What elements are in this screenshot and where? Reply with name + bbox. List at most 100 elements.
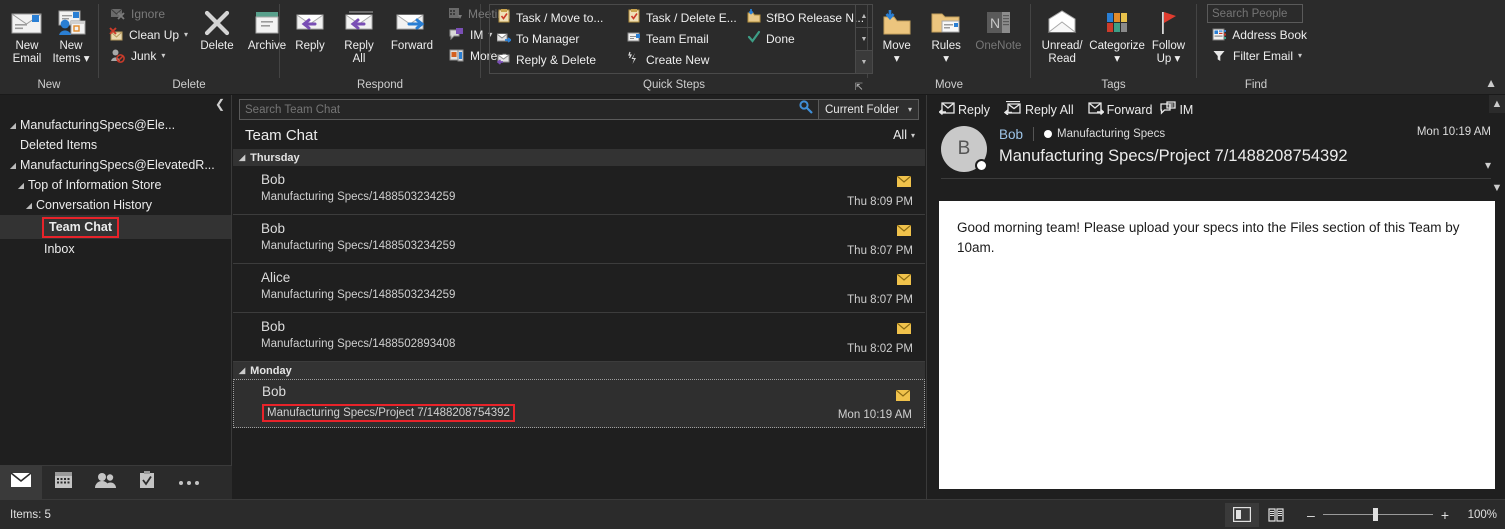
twisty-icon[interactable]: ◢ bbox=[14, 181, 28, 190]
message-time: Mon 10:19 AM bbox=[837, 409, 912, 421]
more-module-button[interactable] bbox=[168, 466, 210, 500]
quick-steps-dialog-launcher-icon[interactable]: ⇱ bbox=[855, 82, 863, 93]
twisty-icon[interactable]: ◢ bbox=[6, 161, 20, 170]
forward-button[interactable]: Forward bbox=[384, 2, 440, 66]
table-row[interactable]: Bob Manufacturing Specs/1488502893408 Th… bbox=[233, 313, 925, 362]
twisty-icon[interactable]: ◢ bbox=[239, 366, 245, 375]
calendar-module-button[interactable] bbox=[42, 466, 84, 500]
folder-node-manufacturingspecs-ele[interactable]: ◢ ManufacturingSpecs@Ele... bbox=[0, 115, 231, 135]
folder-label: Inbox bbox=[44, 242, 75, 256]
collapse-folder-pane-icon[interactable]: ❮ bbox=[215, 97, 225, 111]
search-scope-dropdown[interactable]: Current Folder ▾ bbox=[819, 99, 919, 120]
table-row[interactable]: Bob Manufacturing Specs/1488503234259 Th… bbox=[233, 215, 925, 264]
reading-im-button[interactable]: IM bbox=[1160, 101, 1193, 118]
reading-pane-scroll-down[interactable]: ▼ bbox=[1489, 179, 1505, 197]
rules-button[interactable]: Rules ▾ bbox=[923, 2, 968, 66]
reading-reply-all-label: Reply All bbox=[1024, 102, 1074, 117]
avatar[interactable]: B bbox=[941, 126, 988, 172]
quick-steps-gallery[interactable]: Task / Move to... To Manager Reply & Del… bbox=[489, 4, 873, 74]
ribbon: New Email New Items ▾ New Ignore Clean U… bbox=[0, 0, 1505, 95]
date-group-header-thursday[interactable]: ◢ Thursday bbox=[233, 149, 925, 166]
onenote-button[interactable]: N OneNote bbox=[973, 2, 1024, 53]
table-row[interactable]: Bob Manufacturing Specs/Project 7/148820… bbox=[233, 379, 925, 428]
address-book-button[interactable]: Address Book bbox=[1207, 24, 1311, 45]
quick-step-to-manager[interactable]: To Manager bbox=[492, 28, 618, 49]
reading-forward-button[interactable]: Forward bbox=[1087, 101, 1152, 118]
people-module-button[interactable] bbox=[84, 466, 126, 500]
filter-email-button[interactable]: Filter Email ▾ bbox=[1207, 45, 1311, 66]
quick-step-done[interactable]: Done bbox=[742, 28, 853, 49]
message-body: Good morning team! Please upload your sp… bbox=[939, 201, 1495, 489]
message-subject: Manufacturing Specs/1488503234259 bbox=[261, 289, 456, 301]
quick-step-create-new[interactable]: Create New bbox=[622, 49, 738, 70]
rules-label-2: ▾ bbox=[943, 53, 950, 65]
collapse-ribbon-icon[interactable]: ▲ bbox=[1485, 76, 1497, 90]
mail-module-button[interactable] bbox=[0, 465, 42, 500]
folder-node-team-chat[interactable]: Team Chat bbox=[0, 215, 231, 239]
zoom-in-button[interactable]: + bbox=[1441, 507, 1449, 523]
clean-up-button[interactable]: Clean Up ▾ bbox=[105, 24, 191, 45]
reply-all-button[interactable]: Reply All bbox=[335, 2, 383, 66]
reading-reply-all-button[interactable]: Reply All bbox=[1003, 100, 1074, 118]
twisty-icon[interactable]: ◢ bbox=[239, 153, 245, 162]
all-filter-dropdown[interactable]: All ▾ bbox=[893, 128, 915, 142]
search-people-input[interactable] bbox=[1207, 4, 1303, 23]
normal-view-button[interactable] bbox=[1225, 502, 1260, 527]
search-box[interactable] bbox=[239, 99, 819, 120]
search-icon[interactable] bbox=[799, 100, 813, 119]
reading-pane-scroll-up[interactable]: ▲ bbox=[1489, 95, 1505, 113]
sender-name[interactable]: Bob bbox=[999, 127, 1023, 142]
delete-button[interactable]: Delete bbox=[193, 2, 241, 53]
tasks-icon bbox=[139, 471, 155, 494]
unread-read-label-2: Read bbox=[1048, 53, 1076, 65]
folder-node-inbox[interactable]: Inbox bbox=[0, 239, 231, 259]
quick-step-task-move-to[interactable]: Task / Move to... bbox=[492, 7, 618, 28]
create-new-icon bbox=[627, 51, 641, 68]
quick-step-sfbo-release-notes[interactable]: SfBO Release N... bbox=[742, 7, 864, 28]
archive-icon bbox=[252, 6, 282, 40]
tasks-module-button[interactable] bbox=[126, 466, 168, 500]
categorize-button[interactable]: Categorize ▾ bbox=[1089, 2, 1145, 66]
zoom-control[interactable]: – + 100% bbox=[1307, 507, 1497, 523]
move-button[interactable]: Move ▾ bbox=[874, 2, 919, 66]
folder-node-conversation-history[interactable]: ◢ Conversation History bbox=[0, 195, 231, 215]
ignore-button[interactable]: Ignore bbox=[105, 3, 191, 24]
date-group-header-monday[interactable]: ◢ Monday bbox=[233, 362, 925, 379]
new-email-label-1: New bbox=[15, 40, 39, 52]
new-items-button[interactable]: New Items ▾ bbox=[50, 2, 92, 66]
new-email-button[interactable]: New Email bbox=[6, 2, 48, 66]
zoom-slider[interactable] bbox=[1322, 508, 1433, 521]
follow-up-button[interactable]: Follow Up ▾ bbox=[1147, 2, 1190, 66]
quick-step-team-email[interactable]: Team Email bbox=[622, 28, 738, 49]
quick-step-task-delete-email[interactable]: Task / Delete E... bbox=[622, 7, 738, 28]
message-time: Thu 8:07 PM bbox=[847, 245, 913, 257]
item-count-label: Items: 5 bbox=[10, 508, 51, 521]
reply-button[interactable]: Reply bbox=[286, 2, 334, 66]
new-items-label-1: New bbox=[59, 40, 83, 52]
folder-node-top-of-information-store[interactable]: ◢ Top of Information Store bbox=[0, 175, 231, 195]
zoom-slider-thumb[interactable] bbox=[1372, 508, 1378, 521]
expand-header-chevron-down-icon[interactable]: ▾ bbox=[1485, 158, 1491, 172]
reading-view-button[interactable] bbox=[1259, 503, 1293, 527]
quick-step-label: Done bbox=[766, 31, 795, 46]
ribbon-group-respond-label: Respond bbox=[356, 79, 404, 91]
zoom-level-label[interactable]: 100% bbox=[1457, 509, 1497, 521]
presence-indicator-icon bbox=[975, 159, 988, 172]
folder-node-manufacturingspecs-elevatedr[interactable]: ◢ ManufacturingSpecs@ElevatedR... bbox=[0, 155, 231, 175]
table-row[interactable]: Alice Manufacturing Specs/1488503234259 … bbox=[233, 264, 925, 313]
folder-node-deleted-items[interactable]: Deleted Items bbox=[0, 135, 231, 155]
zoom-out-button[interactable]: – bbox=[1307, 507, 1315, 523]
quick-step-label: To Manager bbox=[516, 31, 580, 46]
rules-icon bbox=[929, 6, 963, 40]
ribbon-group-move-label: Move bbox=[934, 79, 964, 91]
unread-envelope-icon bbox=[895, 388, 911, 406]
junk-button[interactable]: Junk ▾ bbox=[105, 45, 191, 66]
message-subject-heading: Manufacturing Specs/Project 7/1488208754… bbox=[999, 147, 1348, 165]
twisty-icon[interactable]: ◢ bbox=[22, 201, 36, 210]
reading-reply-button[interactable]: Reply bbox=[938, 101, 990, 118]
twisty-icon[interactable]: ◢ bbox=[6, 121, 20, 130]
search-input[interactable] bbox=[245, 103, 799, 116]
quick-step-reply-delete[interactable]: Reply & Delete bbox=[492, 49, 618, 70]
table-row[interactable]: Bob Manufacturing Specs/1488503234259 Th… bbox=[233, 166, 925, 215]
unread-read-button[interactable]: Unread/ Read bbox=[1037, 2, 1087, 66]
